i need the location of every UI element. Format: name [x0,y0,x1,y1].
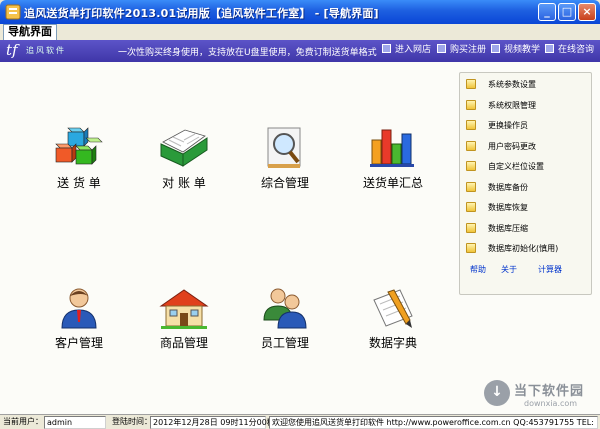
video-tutorial-link[interactable]: 视频教学 [491,44,540,58]
bar-chart-icon [370,129,414,167]
main-area: 送 货 单 对 账 单 综合管理 送货单汇总 客户管理 商品管理 员工管理 数据… [0,62,600,414]
system-panel: 系统参数设置 系统权限管理 更换操作员 用户密码更改 自定义栏位设置 数据库备份… [459,72,592,295]
checkbox-icon [382,44,391,53]
calculator-link[interactable]: 计算器 [538,264,562,275]
window-title: 追风送货单打印软件2013.01试用版【追风软件工作室】 - [导航界面] [24,7,379,20]
logo-text: 追风软件 [26,46,66,55]
menu-bullet-icon [466,120,476,130]
menu-bullet-icon [466,223,476,233]
customer-label: 客户管理 [54,336,103,350]
menu-item-switch-operator[interactable]: 更换操作员 [466,120,528,134]
checkbox-icon [437,44,446,53]
menu-bullet-icon [466,100,476,110]
menu-bullet-icon [466,141,476,151]
menu-item-db-init[interactable]: 数据库初始化(慎用) [466,243,558,257]
dictionary-label: 数据字典 [368,336,417,350]
product-label: 商品管理 [159,336,208,350]
menu-bullet-icon [466,243,476,253]
menu-item-permissions[interactable]: 系统权限管理 [466,100,536,114]
menu-item-system-params[interactable]: 系统参数设置 [466,79,536,93]
enter-shop-link[interactable]: 进入网店 [382,44,431,58]
user-icon [61,288,97,329]
overview-label: 综合管理 [260,176,309,190]
cubes-icon [55,127,103,165]
watermark-url: downxia.com [524,399,578,408]
menu-item-db-backup[interactable]: 数据库备份 [466,182,528,196]
delivery-module[interactable]: 送 货 单 [34,126,124,206]
status-message: 欢迎您使用追风送货单打印软件 http://www.poweroffice.co… [269,416,598,429]
tab-strip: 导航界面 [0,24,600,40]
customer-module[interactable]: 客户管理 [34,286,124,366]
menu-item-db-restore[interactable]: 数据库恢复 [466,202,528,216]
help-link[interactable]: 帮助 [470,264,486,275]
menu-bullet-icon [466,202,476,212]
about-link[interactable]: 关于 [501,264,517,275]
current-user-label: 当前用户： [3,417,43,426]
login-time-label: 登陆时间： [112,417,152,426]
summary-module[interactable]: 送货单汇总 [348,126,438,206]
notepad-pencil-icon [373,289,413,328]
reconcile-module[interactable]: 对 账 单 [139,126,229,206]
checkbox-icon [491,44,500,53]
dictionary-module[interactable]: 数据字典 [348,286,438,366]
logo: tf [6,41,18,59]
online-consult-link[interactable]: 在线咨询 [545,44,594,58]
staff-module[interactable]: 员工管理 [240,286,330,366]
magnifier-icon [267,127,301,168]
delivery-label: 送 货 单 [57,176,101,190]
maximize-button[interactable]: □ [558,3,576,21]
tab-navigation[interactable]: 导航界面 [3,24,57,40]
minimize-button[interactable]: _ [538,3,556,21]
checkbox-icon [545,44,554,53]
open-book-icon [160,129,208,167]
reconcile-label: 对 账 单 [162,176,206,190]
house-icon [159,289,209,329]
summary-label: 送货单汇总 [362,176,423,190]
title-bar: 追风送货单打印软件2013.01试用版【追风软件工作室】 - [导航界面] _ … [0,0,600,24]
menu-item-change-password[interactable]: 用户密码更改 [466,141,536,155]
product-module[interactable]: 商品管理 [139,286,229,366]
login-time-value: 2012年12月28日 09时11分00秒 [150,416,275,429]
watermark-text: 当下软件园 [514,384,585,399]
watermark: ↓ 当下软件园 downxia.com [484,378,596,414]
menu-item-db-compress[interactable]: 数据库压缩 [466,223,528,237]
banner: tf 追风软件 一次性购买终身使用，支持放在U盘里使用，免费订制送货单格式 进入… [0,40,600,62]
status-bar: 当前用户： admin 登陆时间： 2012年12月28日 09时11分00秒 … [0,414,600,429]
purchase-register-link[interactable]: 购买注册 [437,44,486,58]
current-user-value: admin [44,416,106,429]
menu-bullet-icon [466,79,476,89]
app-icon [5,4,21,20]
users-icon [263,288,307,329]
close-button[interactable]: × [578,3,596,21]
overview-module[interactable]: 综合管理 [240,126,330,206]
menu-bullet-icon [466,161,476,171]
menu-item-custom-fields[interactable]: 自定义栏位设置 [466,161,544,175]
staff-label: 员工管理 [260,336,309,350]
download-arrow-icon: ↓ [484,380,510,406]
menu-bullet-icon [466,182,476,192]
banner-slogan: 一次性购买终身使用，支持放在U盘里使用，免费订制送货单格式 [118,48,377,58]
